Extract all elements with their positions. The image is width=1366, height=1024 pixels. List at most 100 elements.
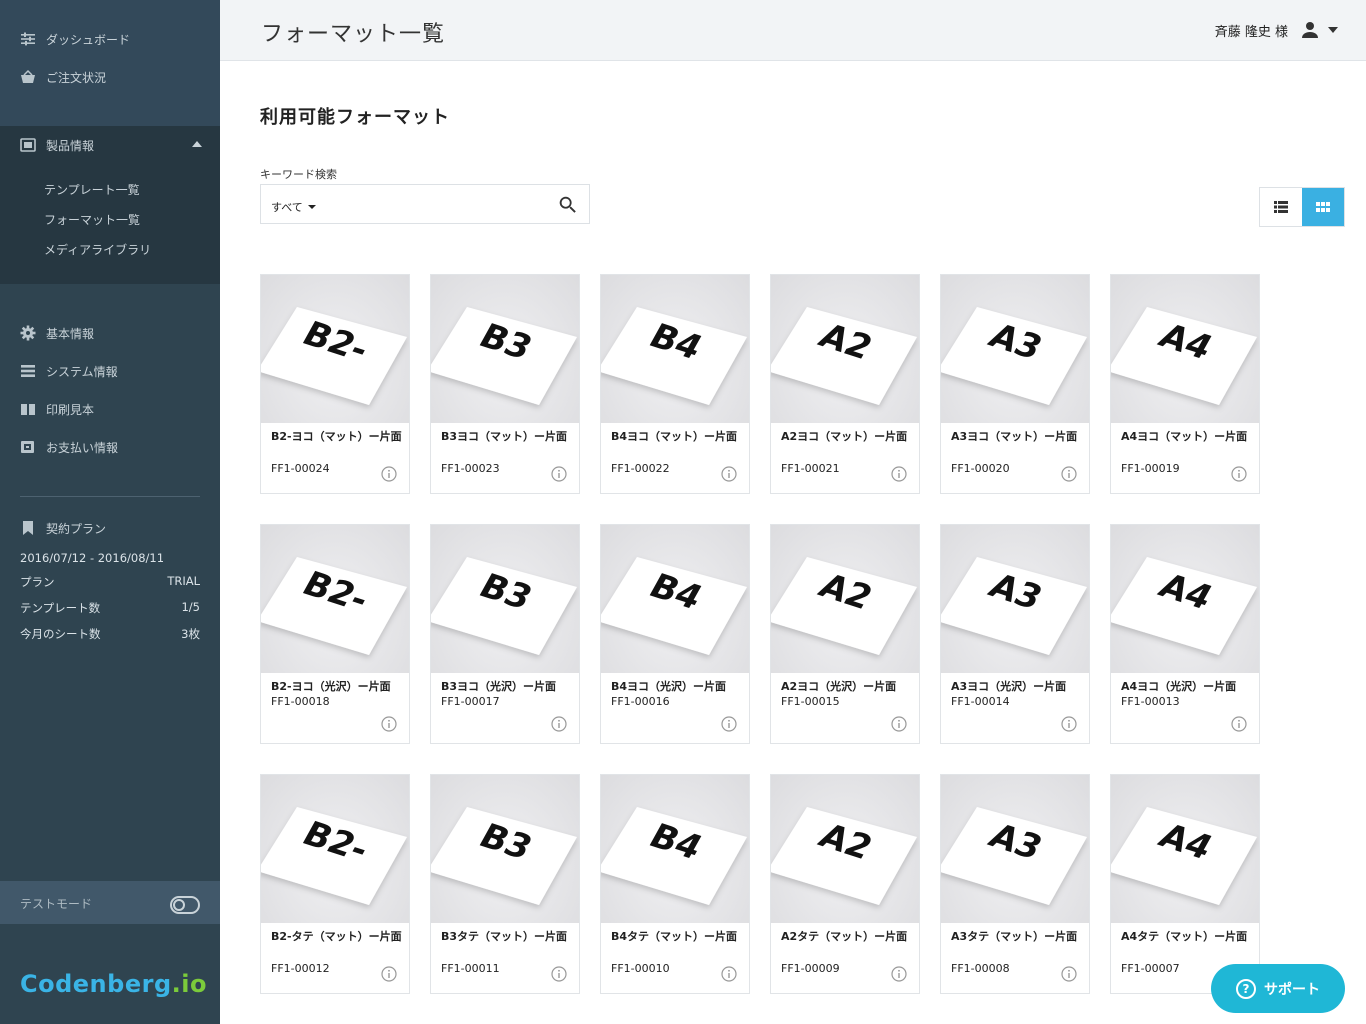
sidebar-item-system-info[interactable]: システム情報 bbox=[20, 361, 118, 381]
info-icon[interactable] bbox=[381, 966, 397, 982]
format-code: FF1-00012 bbox=[271, 962, 330, 975]
search-label: キーワード検索 bbox=[260, 168, 337, 181]
format-card[interactable]: A2 A2ヨコ（マット）ー片面 FF1-00021 bbox=[770, 274, 920, 494]
info-icon[interactable] bbox=[721, 466, 737, 482]
section-title: 利用可能フォーマット bbox=[260, 107, 450, 128]
info-icon[interactable] bbox=[891, 966, 907, 982]
format-code: FF1-00008 bbox=[951, 962, 1010, 975]
format-card[interactable]: A4 A4タテ（マット）ー片面 FF1-00007 bbox=[1110, 774, 1260, 994]
info-icon[interactable] bbox=[381, 466, 397, 482]
format-card[interactable]: B2- B2-タテ（マット）ー片面 FF1-00012 bbox=[260, 774, 410, 994]
format-name: A4ヨコ（光沢）ー片面 bbox=[1121, 680, 1237, 693]
sidebar-item-basic-info[interactable]: 基本情報 bbox=[20, 323, 94, 343]
list-view-button[interactable] bbox=[1260, 188, 1302, 226]
search-category-select[interactable]: すべて bbox=[271, 199, 316, 215]
support-button[interactable]: ? サポート bbox=[1211, 964, 1345, 1013]
format-thumbnail: B4 bbox=[601, 775, 749, 923]
info-icon[interactable] bbox=[381, 716, 397, 732]
format-card[interactable]: A4 A4ヨコ（マット）ー片面 FF1-00019 bbox=[1110, 274, 1260, 494]
sidebar-item-orders[interactable]: ご注文状況 bbox=[20, 67, 106, 87]
info-icon[interactable] bbox=[721, 716, 737, 732]
sidebar-item-product[interactable]: 製品情報 bbox=[20, 135, 94, 155]
plan-row-label: テンプレート数 bbox=[20, 601, 101, 615]
plan-period: 2016/07/12 - 2016/08/11 bbox=[20, 551, 200, 565]
search-icon[interactable] bbox=[557, 194, 579, 216]
sidebar-item-label: ご注文状況 bbox=[46, 70, 107, 85]
format-name: B4ヨコ（マット）ー片面 bbox=[611, 430, 738, 443]
info-icon[interactable] bbox=[891, 466, 907, 482]
format-card[interactable]: B3 B3ヨコ（光沢）ー片面 FF1-00017 bbox=[430, 524, 580, 744]
info-icon[interactable] bbox=[1061, 966, 1077, 982]
info-icon[interactable] bbox=[721, 966, 737, 982]
info-icon[interactable] bbox=[891, 716, 907, 732]
info-icon[interactable] bbox=[551, 466, 567, 482]
format-card[interactable]: A4 A4ヨコ（光沢）ー片面 FF1-00013 bbox=[1110, 524, 1260, 744]
format-card[interactable]: B4 B4タテ（マット）ー片面 FF1-00010 bbox=[600, 774, 750, 994]
format-card[interactable]: B3 B3ヨコ（マット）ー片面 FF1-00023 bbox=[430, 274, 580, 494]
toggle-knob bbox=[173, 899, 185, 911]
plan-row-label: プラン bbox=[20, 575, 55, 589]
sidebar-top-section bbox=[0, 0, 220, 126]
format-card[interactable]: A2 A2ヨコ（光沢）ー片面 FF1-00015 bbox=[770, 524, 920, 744]
format-card[interactable]: B4 B4ヨコ（マット）ー片面 FF1-00022 bbox=[600, 274, 750, 494]
format-name: B2-ヨコ（マット）ー片面 bbox=[271, 430, 402, 443]
product-icon bbox=[20, 137, 36, 153]
user-icon bbox=[1300, 20, 1320, 40]
sidebar-item-payment[interactable]: お支払い情報 bbox=[20, 437, 118, 457]
format-code: FF1-00016 bbox=[611, 695, 670, 708]
format-card[interactable]: A3 A3ヨコ（光沢）ー片面 FF1-00014 bbox=[940, 524, 1090, 744]
search-box[interactable]: すべて bbox=[260, 184, 590, 224]
format-code: FF1-00022 bbox=[611, 462, 670, 475]
format-name: A2タテ（マット）ー片面 bbox=[781, 930, 908, 943]
info-icon[interactable] bbox=[1231, 466, 1247, 482]
sidebar-item-label: 製品情報 bbox=[46, 138, 95, 153]
sidebar-subitem-templates[interactable]: テンプレート一覧 bbox=[44, 181, 140, 199]
sidebar-item-label: 印刷見本 bbox=[46, 402, 95, 417]
format-card[interactable]: A2 A2タテ（マット）ー片面 FF1-00009 bbox=[770, 774, 920, 994]
format-thumbnail: A2 bbox=[771, 275, 919, 423]
format-thumbnail: A2 bbox=[771, 775, 919, 923]
collapse-caret-icon[interactable] bbox=[192, 141, 202, 147]
format-code: FF1-00021 bbox=[781, 462, 840, 475]
sidebar: ダッシュボード ご注文状況 製品情報 テンプレート一覧 フォーマット一覧 メディ… bbox=[0, 0, 220, 1024]
sidebar-subitem-media[interactable]: メディアライブラリ bbox=[44, 241, 151, 259]
info-icon[interactable] bbox=[1061, 466, 1077, 482]
sliders-icon bbox=[20, 31, 36, 47]
gear-icon bbox=[20, 325, 36, 341]
format-code: FF1-00024 bbox=[271, 462, 330, 475]
grid-view-button[interactable] bbox=[1302, 188, 1344, 226]
format-card[interactable]: A3 A3ヨコ（マット）ー片面 FF1-00020 bbox=[940, 274, 1090, 494]
format-thumbnail: A4 bbox=[1111, 775, 1259, 923]
format-card[interactable]: B2- B2-ヨコ（光沢）ー片面 FF1-00018 bbox=[260, 524, 410, 744]
format-name: A3ヨコ（光沢）ー片面 bbox=[951, 680, 1067, 693]
info-icon[interactable] bbox=[551, 716, 567, 732]
book-icon bbox=[20, 401, 36, 417]
plan-period-text: 2016/07/12 - 2016/08/11 bbox=[20, 551, 165, 565]
info-icon[interactable] bbox=[1231, 716, 1247, 732]
format-name: B4ヨコ（光沢）ー片面 bbox=[611, 680, 727, 693]
sidebar-subitem-formats[interactable]: フォーマット一覧 bbox=[44, 211, 140, 229]
format-code: FF1-00018 bbox=[271, 695, 330, 708]
info-icon[interactable] bbox=[551, 966, 567, 982]
view-toggle bbox=[1259, 187, 1345, 227]
user-name: 斉藤 隆史 様 bbox=[1214, 24, 1288, 40]
format-card[interactable]: A3 A3タテ（マット）ー片面 FF1-00008 bbox=[940, 774, 1090, 994]
format-thumbnail: A4 bbox=[1111, 275, 1259, 423]
page-title: フォーマット一覧 bbox=[261, 22, 446, 47]
user-menu[interactable]: 斉藤 隆史 様 bbox=[1215, 20, 1338, 40]
support-label: サポート bbox=[1264, 981, 1320, 998]
format-card[interactable]: B3 B3タテ（マット）ー片面 FF1-00011 bbox=[430, 774, 580, 994]
plan-row-value: 3枚 bbox=[181, 627, 200, 641]
format-card[interactable]: B4 B4ヨコ（光沢）ー片面 FF1-00016 bbox=[600, 524, 750, 744]
format-card[interactable]: B2- B2-ヨコ（マット）ー片面 FF1-00024 bbox=[260, 274, 410, 494]
sidebar-item-dashboard[interactable]: ダッシュボード bbox=[20, 29, 130, 49]
format-name: A3ヨコ（マット）ー片面 bbox=[951, 430, 1078, 443]
info-icon[interactable] bbox=[1061, 716, 1077, 732]
sidebar-divider bbox=[20, 496, 200, 497]
logo[interactable]: Codenberg.io bbox=[20, 970, 207, 998]
sidebar-item-print-sample[interactable]: 印刷見本 bbox=[20, 399, 94, 419]
format-thumbnail: B3 bbox=[431, 775, 579, 923]
format-thumbnail: A3 bbox=[941, 525, 1089, 673]
bookmark-icon bbox=[20, 520, 36, 536]
test-mode-toggle[interactable] bbox=[170, 896, 200, 914]
